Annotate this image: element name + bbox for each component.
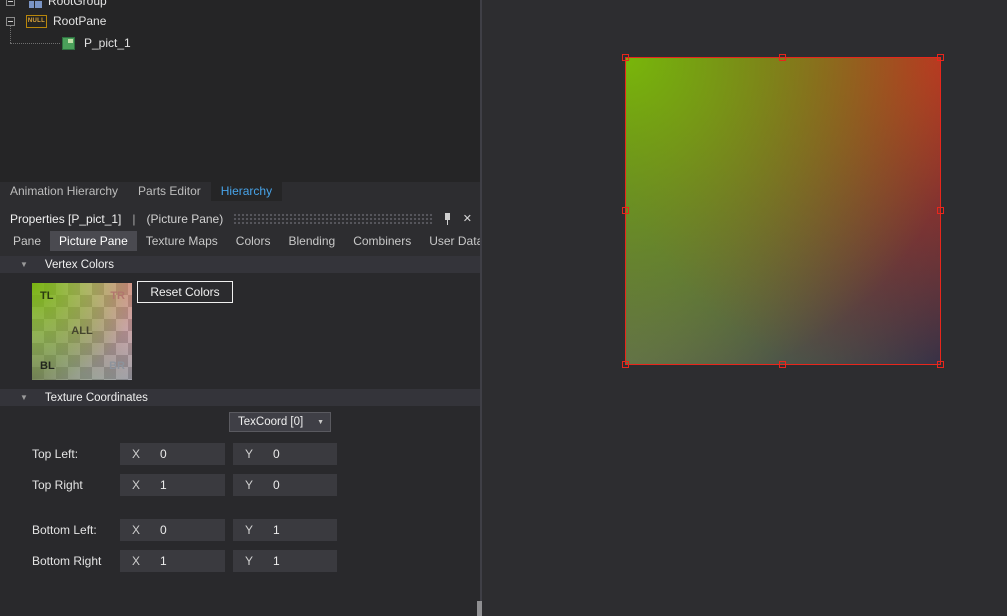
selection-handle-mid-right[interactable] [937, 207, 944, 214]
vertex-colors-section: TL TR ALL BL BR Reset Colors [0, 273, 480, 389]
properties-subtitle: (Picture Pane) [146, 211, 224, 226]
hierarchy-tree: RootGroup NULL RootPane P_pict_1 [0, 0, 480, 182]
texcoord-row-bottom-left: Bottom Left: X 0 Y 1 [0, 519, 480, 541]
selection-handle-bottom-mid[interactable] [779, 361, 786, 368]
group-icon [29, 0, 42, 8]
tab-pane[interactable]: Pane [4, 231, 50, 251]
close-icon[interactable]: ✕ [463, 212, 472, 226]
field-value: 1 [160, 554, 167, 568]
texcoord-y-field[interactable]: Y 1 [233, 519, 337, 541]
expander-icon[interactable] [6, 16, 15, 26]
texcoord-x-field[interactable]: X 1 [120, 474, 225, 496]
title-separator: | [132, 211, 136, 226]
properties-header: Properties [P_pict_1] | (Picture Pane) ✕ [0, 208, 480, 229]
tab-blending[interactable]: Blending [279, 231, 344, 251]
tree-item-label: RootPane [53, 14, 107, 28]
tree-item-label: RootGroup [48, 0, 107, 8]
field-value: 0 [273, 478, 280, 492]
axis-label: Y [245, 478, 254, 492]
section-label: Texture Coordinates [44, 391, 148, 404]
texcoord-row-top-right: Top Right X 1 Y 0 [0, 474, 480, 496]
field-value: 0 [160, 523, 167, 537]
texcoord-select-value: TexCoord [0] [238, 416, 304, 428]
properties-title: Properties [P_pict_1] [10, 211, 122, 226]
axis-label: Y [245, 554, 254, 568]
row-label: Top Left: [32, 447, 79, 461]
field-value: 1 [273, 523, 280, 537]
reset-colors-button[interactable]: Reset Colors [137, 281, 233, 303]
dock-tab-bar: Animation Hierarchy Parts Editor Hierarc… [0, 182, 480, 201]
selection-handle-bottom-left[interactable] [622, 361, 629, 368]
selection-handle-top-left[interactable] [622, 54, 629, 61]
axis-label: Y [245, 447, 254, 461]
texcoord-y-field[interactable]: Y 0 [233, 443, 337, 465]
tab-parts-editor[interactable]: Parts Editor [128, 182, 211, 201]
tab-animation-hierarchy[interactable]: Animation Hierarchy [0, 182, 128, 201]
corner-label-tl: TL [40, 290, 54, 302]
corner-label-bl: BL [40, 360, 55, 372]
picture-pane-icon [62, 36, 75, 50]
texcoord-y-field[interactable]: Y 1 [233, 550, 337, 572]
left-dock-panel: RootGroup NULL RootPane P_pict_1 Animati… [0, 0, 483, 616]
selection-handle-top-mid[interactable] [779, 54, 786, 61]
axis-label: X [132, 554, 141, 568]
tree-item-p-pict-1[interactable]: P_pict_1 [0, 32, 480, 54]
collapse-triangle-icon[interactable]: ▼ [20, 393, 28, 402]
expander-icon[interactable] [6, 0, 15, 6]
axis-label: Y [245, 523, 254, 537]
texcoord-select[interactable]: TexCoord [0] ▼ [229, 412, 331, 432]
texcoord-x-field[interactable]: X 0 [120, 519, 225, 541]
field-value: 1 [273, 554, 280, 568]
vertex-colors-section-header[interactable]: ▼ Vertex Colors [0, 256, 480, 273]
selection-handle-top-right[interactable] [937, 54, 944, 61]
tab-colors[interactable]: Colors [227, 231, 280, 251]
axis-label: X [132, 523, 141, 537]
texcoord-y-field[interactable]: Y 0 [233, 474, 337, 496]
layout-canvas[interactable] [482, 0, 1007, 616]
texture-coordinates-section: TexCoord [0] ▼ Top Left: X 0 Y 0 Top Rig… [0, 406, 480, 616]
axis-label: X [132, 478, 141, 492]
tab-texture-maps[interactable]: Texture Maps [137, 231, 227, 251]
chevron-down-icon: ▼ [317, 418, 324, 426]
tab-combiners[interactable]: Combiners [344, 231, 420, 251]
tree-item-rootpane[interactable]: NULL RootPane [0, 10, 480, 32]
texcoord-x-field[interactable]: X 1 [120, 550, 225, 572]
field-value: 1 [160, 478, 167, 492]
selection-handle-bottom-right[interactable] [937, 361, 944, 368]
field-value: 0 [160, 447, 167, 461]
texcoord-row-bottom-right: Bottom Right X 1 Y 1 [0, 550, 480, 572]
null-pane-icon: NULL [26, 14, 47, 28]
collapse-triangle-icon[interactable]: ▼ [20, 260, 28, 269]
selection-handle-mid-left[interactable] [622, 207, 629, 214]
tab-picture-pane[interactable]: Picture Pane [50, 231, 137, 251]
texcoord-row-top-left: Top Left: X 0 Y 0 [0, 443, 480, 465]
vertex-color-preview[interactable]: TL TR ALL BL BR [32, 283, 132, 380]
properties-tab-bar: Pane Picture Pane Texture Maps Colors Bl… [4, 231, 492, 251]
field-value: 0 [273, 447, 280, 461]
drag-grip[interactable] [233, 213, 433, 224]
row-label: Bottom Left: [32, 523, 97, 537]
corner-label-tr: TR [110, 290, 125, 302]
axis-label: X [132, 447, 141, 461]
texture-coordinates-section-header[interactable]: ▼ Texture Coordinates [0, 389, 480, 406]
tab-hierarchy[interactable]: Hierarchy [210, 182, 283, 201]
corner-label-all: ALL [71, 324, 93, 337]
corner-label-br: BR [109, 360, 125, 372]
row-label: Top Right [32, 478, 83, 492]
row-label: Bottom Right [32, 554, 102, 568]
texcoord-x-field[interactable]: X 0 [120, 443, 225, 465]
tree-item-label: P_pict_1 [84, 36, 131, 50]
section-label: Vertex Colors [44, 258, 114, 271]
pin-icon[interactable] [442, 212, 454, 226]
picture-pane-selection[interactable] [622, 54, 944, 368]
